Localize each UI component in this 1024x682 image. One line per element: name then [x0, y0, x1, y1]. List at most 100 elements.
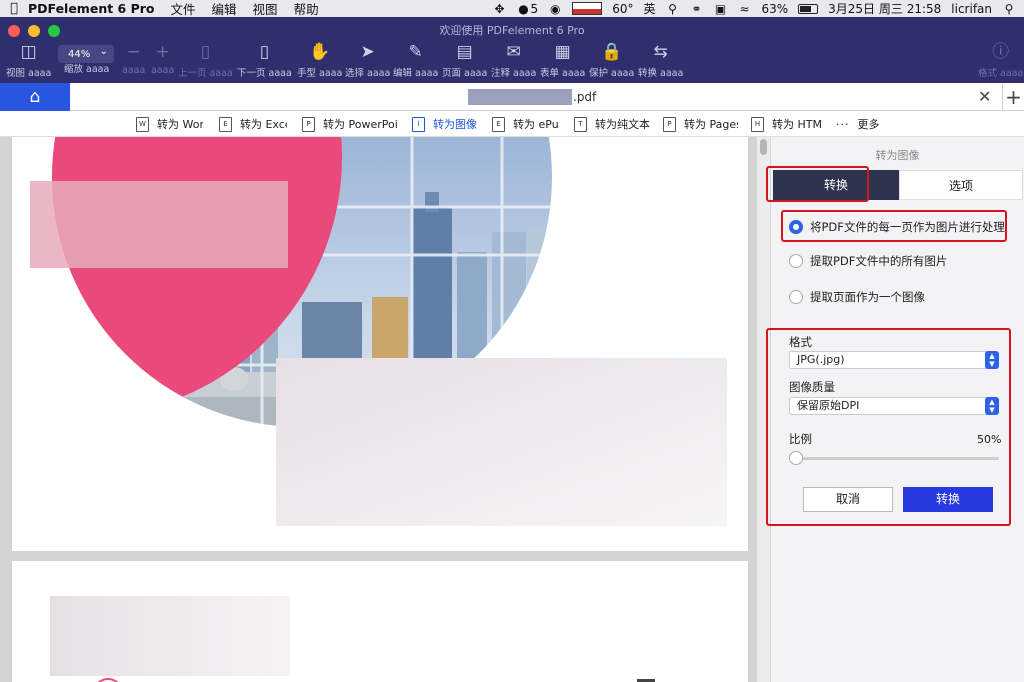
menu-view[interactable]: 视图 [253, 0, 278, 18]
toolbar-convert[interactable]: ⇆ 转换 aaaa [638, 39, 683, 83]
toolbar-form[interactable]: ▦ 表单 aaaa [540, 39, 585, 83]
tab-options[interactable]: 选项 [899, 170, 1023, 200]
format-value: JPG(.jpg) [797, 353, 845, 366]
quality-value: 保留原始DPI [797, 399, 860, 412]
tab-convert[interactable]: 转换 [773, 170, 899, 200]
tab-bar: ⌂ .pdf ✕ + [0, 83, 1024, 111]
format-select[interactable]: JPG(.jpg) ▲ ▼ [789, 351, 999, 369]
document-tab[interactable]: .pdf [468, 89, 596, 105]
convert-panel: 转为图像 转换 选项 将PDF文件的每一页作为图片进行处理 提取PDF文件中的所… [770, 137, 1024, 682]
menu-app-name[interactable]: PDFelement 6 Pro [28, 1, 155, 16]
page-artwork [30, 137, 727, 526]
convert-to-text[interactable]: T 转为纯文本 [574, 115, 652, 133]
battery-icon[interactable] [798, 3, 819, 14]
search-app-icon[interactable]: ⚲ [665, 2, 679, 16]
scrollbar-thumb[interactable] [760, 139, 767, 155]
page-icon: ▤ [456, 42, 473, 62]
convert-button[interactable]: 转换 [903, 487, 993, 512]
radio-dot [789, 254, 803, 268]
convert-to-html[interactable]: H 转为 HTML [751, 115, 823, 133]
document-scrollbar[interactable] [757, 137, 770, 682]
window-title: 欢迎使用 PDFelement 6 Pro [439, 24, 585, 37]
pages-file-icon: P [663, 116, 676, 132]
ratio-value: 50% [977, 433, 1002, 446]
convert-to-image[interactable]: I 转为图像 [412, 115, 480, 133]
wechat-icon[interactable]: ⚭ [689, 2, 703, 16]
info-icon: ⓘ [992, 42, 1010, 62]
chevron-down-icon: ⌄ [99, 46, 108, 57]
window-titlebar: 欢迎使用 PDFelement 6 Pro ◫ 视图 aaaa 44% ⌄ 缩放… [0, 17, 1024, 83]
user-name[interactable]: licrifan [951, 2, 992, 16]
menu-edit[interactable]: 编辑 [212, 0, 237, 18]
panel-tabs: 转换 选项 [771, 170, 1024, 200]
toolbar-zoom-out[interactable]: − aaaa [122, 39, 145, 83]
more-dots-icon: ··· [836, 117, 850, 131]
document-extension: .pdf [573, 90, 597, 104]
s-app-icon[interactable]: ▣ [713, 2, 727, 16]
ratio-slider-track[interactable] [793, 457, 999, 460]
menu-help[interactable]: 帮助 [294, 0, 319, 18]
comment-icon: ✉ [506, 42, 521, 62]
cursor-icon: ➤ [360, 42, 375, 62]
powerpoint-file-icon: P [302, 116, 315, 132]
excel-file-icon: E [219, 116, 232, 132]
input-method-status[interactable]: 英 [643, 0, 655, 17]
qq-status[interactable]: ● 5 [517, 1, 538, 16]
menu-file[interactable]: 文件 [171, 0, 196, 18]
radio-extract-all-images[interactable]: 提取PDF文件中的所有图片 [789, 252, 947, 270]
toolbar-format[interactable]: ⓘ 格式 aaaa [978, 39, 1023, 83]
hand-icon: ✋ [309, 42, 331, 62]
convert-to-epub[interactable]: E 转为 ePub [492, 115, 559, 133]
battery-percent[interactable]: 63% [761, 2, 788, 16]
toolbar-prev-page[interactable]: ▯ 上一页 aaaa [178, 39, 233, 83]
convert-to-word[interactable]: W 转为 Word [136, 115, 203, 133]
toolbar-zoom-in[interactable]: + aaaa [151, 39, 174, 83]
macos-menubar:  PDFelement 6 Pro 文件 编辑 视图 帮助 ✥ ●5 ◉ 60… [0, 0, 1024, 17]
cancel-button[interactable]: 取消 [803, 487, 893, 512]
wifi-icon[interactable]: ≈ [737, 2, 751, 16]
toolbar-page[interactable]: ▤ 页面 aaaa [442, 39, 487, 83]
toolbar-hand[interactable]: ✋ 手型 aaaa [297, 39, 342, 83]
radio-page-as-one-image[interactable]: 提取页面作为一个图像 [789, 288, 925, 306]
select-stepper-icon: ▲ ▼ [985, 351, 999, 369]
close-tab-icon[interactable]: ✕ [978, 87, 991, 106]
convert-more[interactable]: ··· 更多 [836, 115, 886, 133]
text-file-icon: T [574, 116, 587, 132]
toolbar-view[interactable]: ◫ 视图 aaaa [6, 39, 51, 83]
radio-each-page-as-image[interactable]: 将PDF文件的每一页作为图片进行处理 [789, 218, 1005, 236]
toolbar-protect[interactable]: 🔒 保护 aaaa [589, 39, 634, 83]
format-label: 格式 [789, 335, 812, 349]
convert-to-powerpoint[interactable]: P 转为 PowerPoint [302, 115, 397, 133]
pencil-icon: ✎ [408, 42, 423, 62]
word-file-icon: W [136, 116, 149, 132]
ratio-slider-handle[interactable] [789, 451, 803, 465]
toolbar-edit[interactable]: ✎ 编辑 aaaa [393, 39, 438, 83]
qq-icon: ● [518, 1, 529, 16]
toolbar-select[interactable]: ➤ 选择 aaaa [345, 39, 390, 83]
lock-icon: 🔒 [601, 42, 623, 62]
datetime[interactable]: 3月25日 周三 21:58 [828, 0, 941, 17]
convert-icon: ⇆ [653, 42, 668, 62]
toolbar-next-page[interactable]: ▯ 下一页 aaaa [237, 39, 292, 83]
home-tab[interactable]: ⌂ [0, 83, 70, 111]
temperature-status[interactable]: 60° [612, 2, 633, 16]
convert-to-excel[interactable]: E 转为 Excel [219, 115, 287, 133]
radio-dot [789, 290, 803, 304]
radio-dot [789, 220, 803, 234]
document-view[interactable] [0, 137, 770, 682]
network-graph-icon[interactable] [572, 2, 603, 15]
toolbar: ◫ 视图 aaaa 44% ⌄ 缩放 aaaa − aaaa + aaaa ▯ … [0, 39, 1024, 83]
apple-menu-icon[interactable]:  [0, 1, 28, 16]
plus-icon: + [155, 42, 170, 62]
quality-label: 图像质量 [789, 380, 835, 394]
bird-icon[interactable]: ✥ [493, 2, 507, 16]
status-area: ✥ ● 5 ◉ 60° 英 ⚲ ⚭ ▣ ≈ 63% 3月25日 周三 21:58 … [493, 0, 1016, 17]
redacted-content-block [276, 358, 727, 526]
convert-to-pages[interactable]: P 转为 Pages [663, 115, 738, 133]
spotlight-search-icon[interactable]: ⚲ [1002, 2, 1016, 16]
new-tab-button[interactable]: + [1002, 84, 1024, 110]
circle-logo-icon[interactable]: ◉ [548, 2, 562, 16]
zoom-value: 44% [68, 48, 91, 60]
quality-select[interactable]: 保留原始DPI ▲ ▼ [789, 397, 999, 415]
toolbar-annotate[interactable]: ✉ 注释 aaaa [491, 39, 536, 83]
